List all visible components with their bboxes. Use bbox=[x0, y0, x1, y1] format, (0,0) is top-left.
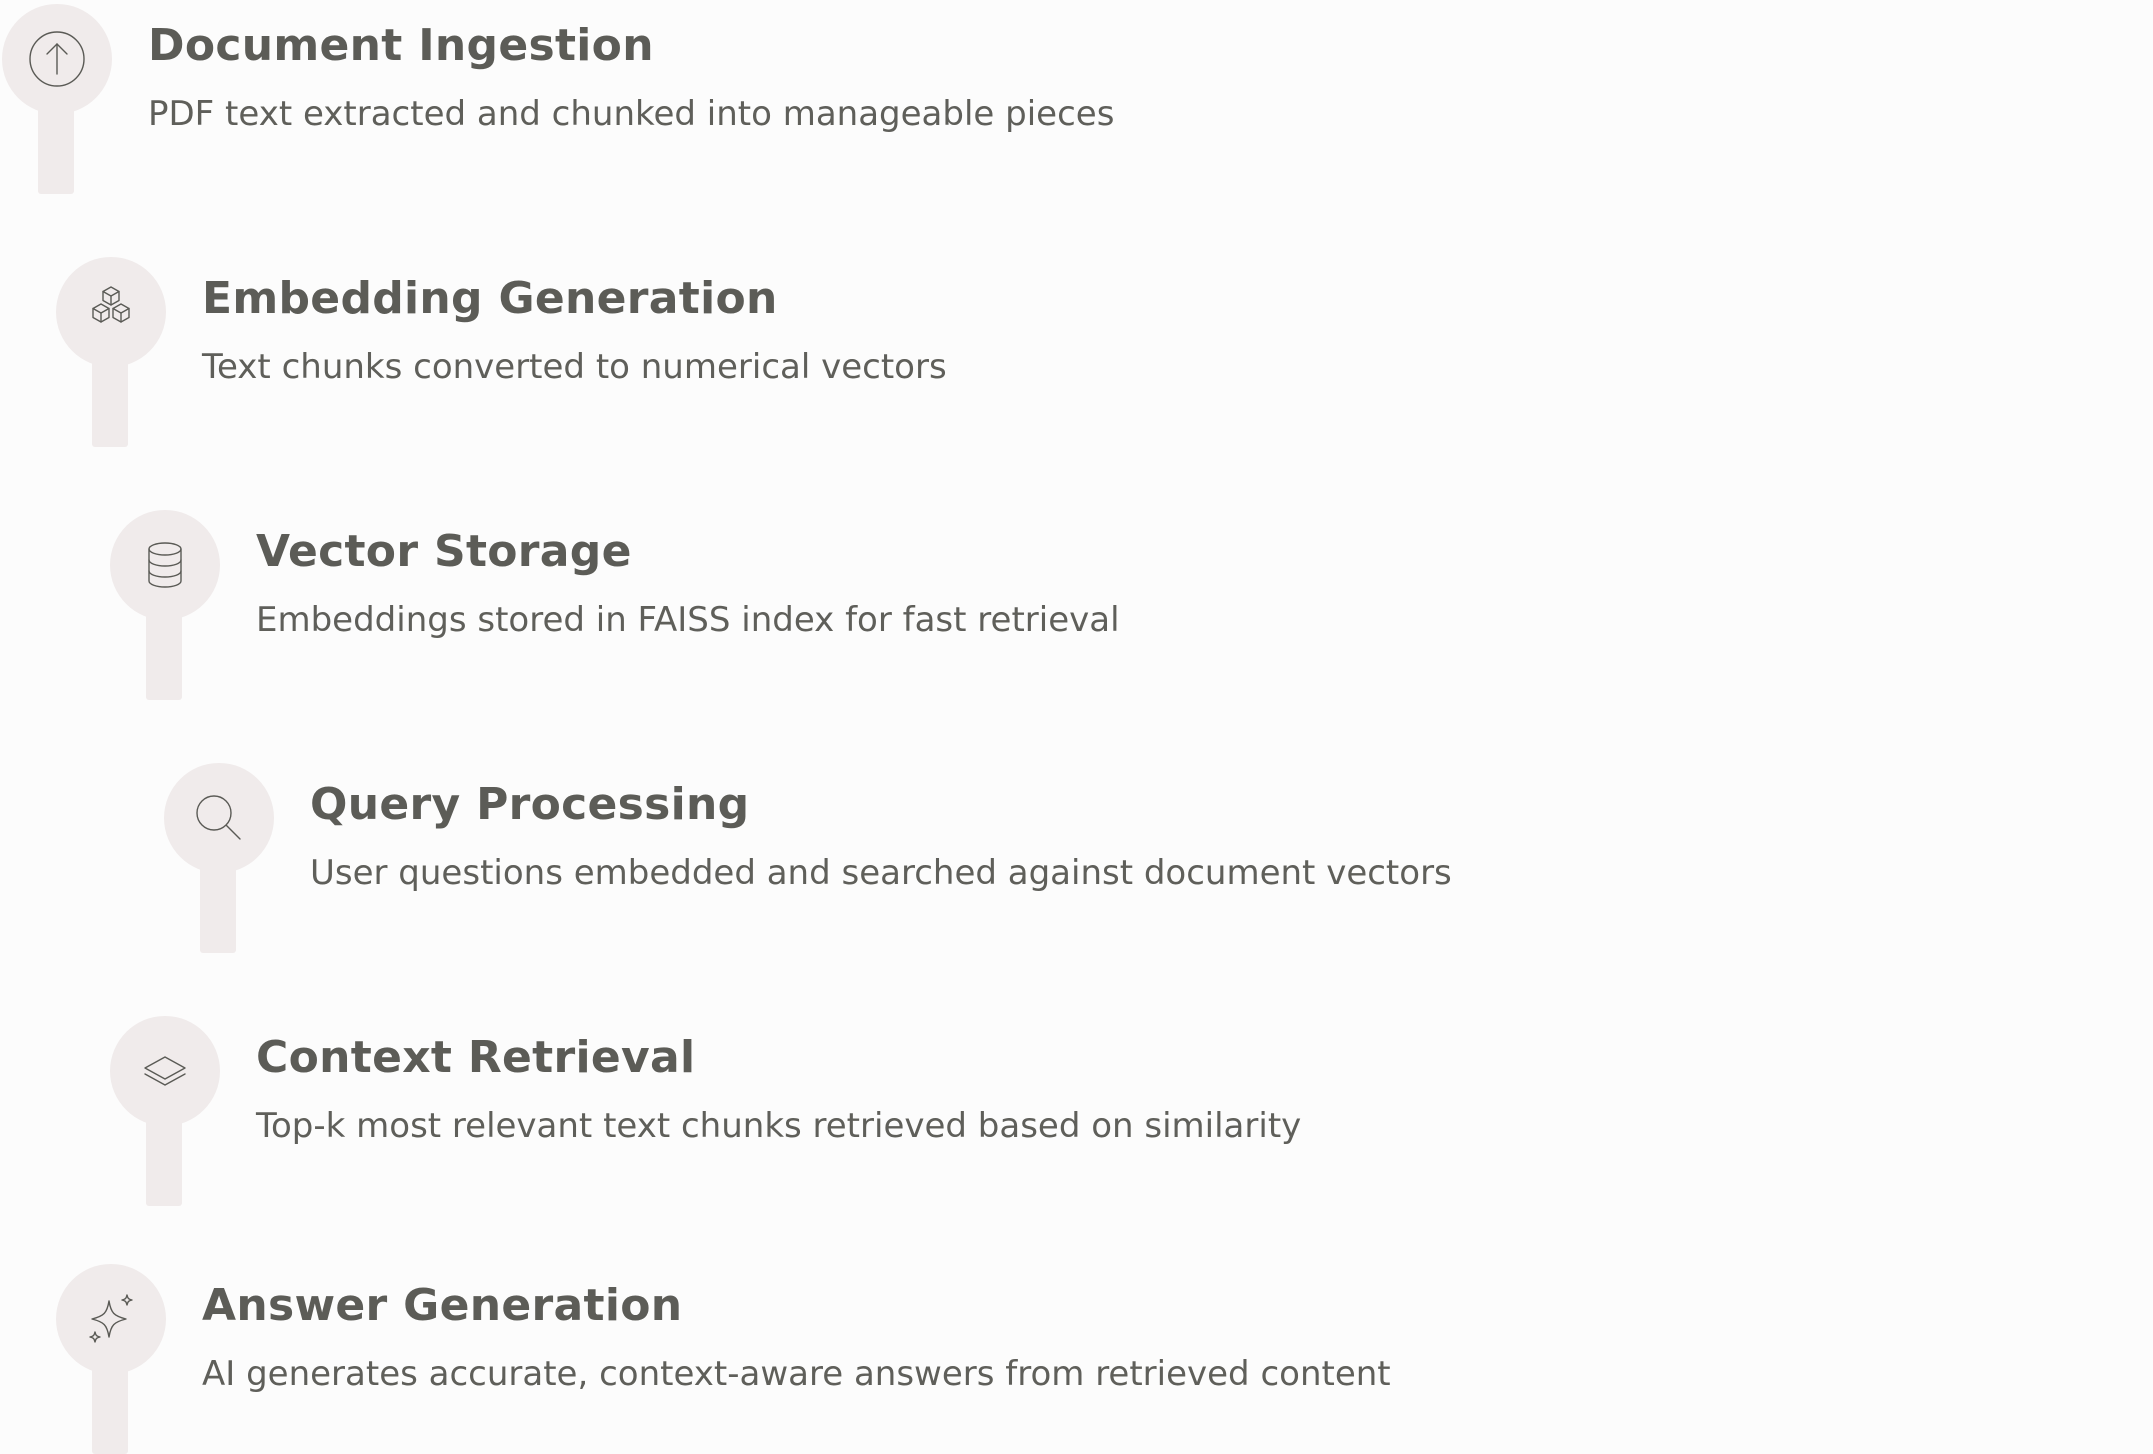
search-icon bbox=[196, 795, 241, 840]
step-marker bbox=[2, 4, 112, 194]
step-marker bbox=[56, 1264, 166, 1454]
step-text: Vector Storage Embeddings stored in FAIS… bbox=[256, 524, 1120, 642]
step-title: Vector Storage bbox=[256, 526, 632, 577]
cubes-icon bbox=[92, 286, 130, 323]
step-title: Query Processing bbox=[310, 779, 750, 830]
step-description: Top-k most relevant text chunks retrieve… bbox=[256, 1106, 1302, 1146]
step-text: Query Processing User questions embedded… bbox=[310, 777, 1452, 895]
step-description: User questions embedded and searched aga… bbox=[310, 853, 1452, 893]
database-icon bbox=[148, 542, 182, 588]
marker-head bbox=[110, 510, 220, 620]
sparkles-icon bbox=[89, 1294, 133, 1343]
step-marker bbox=[164, 763, 274, 953]
step-marker bbox=[110, 510, 220, 700]
marker-head bbox=[110, 1016, 220, 1126]
step-title: Answer Generation bbox=[202, 1280, 683, 1331]
step-title: Document Ingestion bbox=[148, 20, 654, 71]
arrow-up-circle-icon bbox=[29, 31, 85, 87]
marker-head bbox=[164, 763, 274, 873]
step-text: Answer Generation AI generates accurate,… bbox=[202, 1278, 1391, 1396]
step-title: Embedding Generation bbox=[202, 273, 778, 324]
step-description: AI generates accurate, context-aware ans… bbox=[202, 1354, 1391, 1394]
step-description: Text chunks converted to numerical vecto… bbox=[202, 347, 947, 387]
marker-head bbox=[56, 1264, 166, 1374]
step-description: PDF text extracted and chunked into mana… bbox=[148, 94, 1115, 134]
step-text: Embedding Generation Text chunks convert… bbox=[202, 271, 947, 389]
layers-icon bbox=[144, 1056, 186, 1086]
step-title: Context Retrieval bbox=[256, 1032, 696, 1083]
step-text: Context Retrieval Top-k most relevant te… bbox=[256, 1030, 1301, 1148]
marker-head bbox=[2, 4, 112, 114]
step-description: Embeddings stored in FAISS index for fas… bbox=[256, 600, 1120, 640]
step-marker bbox=[56, 257, 166, 447]
step-text: Document Ingestion PDF text extracted an… bbox=[148, 18, 1114, 136]
marker-head bbox=[56, 257, 166, 367]
step-marker bbox=[110, 1016, 220, 1206]
